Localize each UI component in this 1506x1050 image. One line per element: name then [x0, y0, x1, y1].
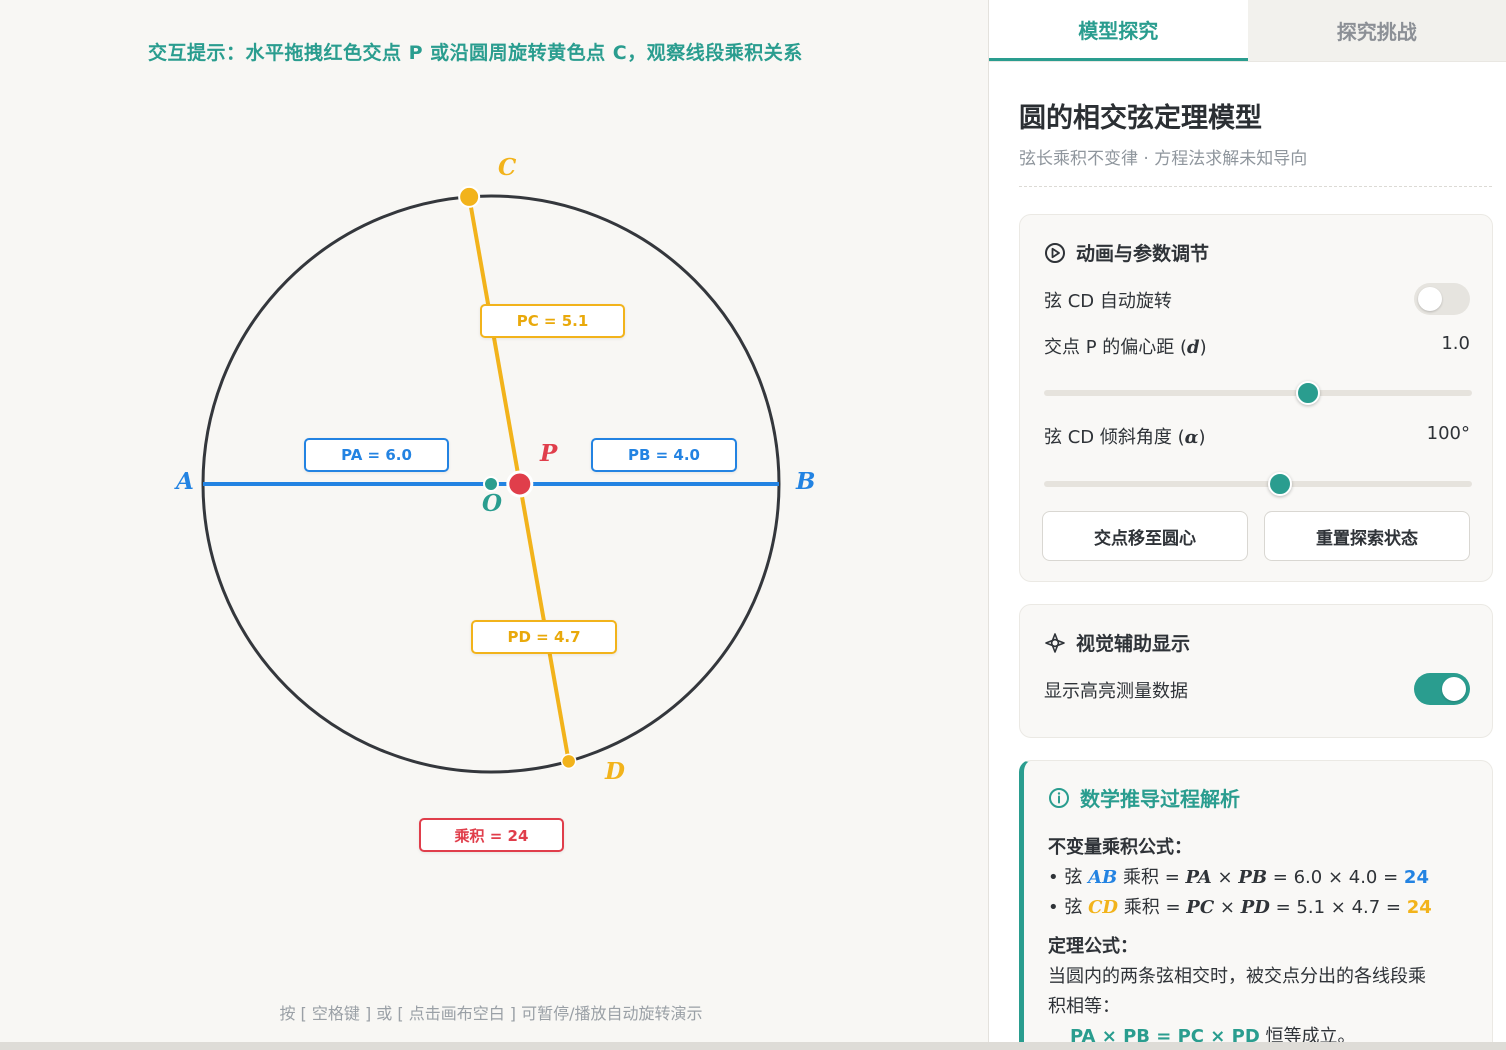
point-p-handle[interactable]: [506, 470, 534, 498]
angle-label-prefix: 弦 CD 倾斜角度 (: [1044, 427, 1185, 448]
title-divider: [1019, 186, 1492, 187]
panel-subtitle: 弦长乘积不变律 · 方程法求解未知导向: [1019, 149, 1308, 169]
bottom-scroll-edge: [0, 1042, 1506, 1050]
angle-label: 弦 CD 倾斜角度 (α): [1044, 423, 1206, 449]
animation-params-title: 动画与参数调节: [1076, 243, 1210, 265]
ab-product-line: • 弦 AB 乘积 = PA × PB = 6.0 × 4.0 = 24: [1048, 867, 1429, 888]
animation-params-heading: 动画与参数调节: [1044, 239, 1209, 266]
toggle-knob: [1418, 287, 1442, 311]
point-c-handle[interactable]: [458, 185, 481, 208]
highlight-label: 显示高亮测量数据: [1044, 681, 1188, 702]
keyboard-hint: 按 [ 空格键 ] 或 [ 点击画布空白 ] 可暂停/播放自动旋转演示: [279, 1004, 703, 1023]
angle-value: 100°: [1426, 423, 1470, 444]
geometry-canvas[interactable]: 交互提示：水平拖拽红色交点 P 或沿圆周旋转黄色点 C，观察线段乘积关系 A B…: [0, 0, 988, 1042]
invariant-title: 不变量乘积公式：: [1048, 837, 1192, 858]
measure-product: 乘积 = 24: [419, 818, 564, 852]
visual-aids-title: 视觉辅助显示: [1076, 633, 1191, 655]
derivation-title: 数学推导过程解析: [1080, 787, 1240, 811]
theorem-title: 定理公式：: [1048, 936, 1138, 957]
offset-label-prefix: 交点 P 的偏心距 (: [1044, 337, 1188, 358]
offset-label-suffix: ): [1199, 337, 1207, 358]
visual-aids-card: 视觉辅助显示 显示高亮测量数据: [1019, 604, 1493, 738]
toggle-knob: [1442, 677, 1466, 701]
visual-aids-heading: 视觉辅助显示: [1044, 629, 1190, 656]
cd-product-line: • 弦 CD 乘积 = PC × PD = 5.1 × 4.7 = 24: [1048, 897, 1432, 918]
move-to-center-button[interactable]: 交点移至圆心: [1042, 511, 1248, 561]
offset-slider-thumb[interactable]: [1296, 381, 1321, 405]
theorem-formula: PA × PB = PC × PD: [1070, 1026, 1260, 1042]
tab-explore-challenge[interactable]: 探究挑战: [1247, 0, 1506, 61]
auto-rotate-toggle[interactable]: [1414, 283, 1470, 315]
offset-value: 1.0: [1441, 333, 1470, 354]
label-point-a: A: [176, 468, 194, 495]
panel-title: 圆的相交弦定理模型: [1019, 103, 1262, 134]
measure-pb: PB = 4.0: [591, 438, 737, 472]
side-panel: 模型探究 探究挑战 圆的相交弦定理模型 弦长乘积不变律 · 方程法求解未知导向 …: [988, 0, 1506, 1042]
theorem-formula-line: PA × PB = PC × PD 恒等成立。: [1070, 1022, 1356, 1042]
label-point-d: D: [605, 758, 625, 785]
move-cross-icon: [1045, 632, 1065, 653]
offset-var: d: [1187, 337, 1200, 358]
angle-slider-thumb[interactable]: [1268, 472, 1293, 496]
theorem-line-1: 当圆内的两条弦相交时，被交点分出的各线段乘: [1048, 966, 1426, 987]
center-point-o: [483, 476, 499, 492]
measure-pd: PD = 4.7: [471, 620, 617, 654]
angle-var: α: [1184, 427, 1199, 448]
label-point-p: P: [540, 440, 558, 467]
animation-params-card: 动画与参数调节 弦 CD 自动旋转 交点 P 的偏心距 (d) 1.0 弦 CD…: [1019, 214, 1493, 582]
label-point-b: B: [796, 468, 816, 495]
derivation-card: 数学推导过程解析 不变量乘积公式： • 弦 AB 乘积 = PA × PB = …: [1019, 760, 1493, 1042]
play-circle-icon: [1045, 242, 1065, 263]
info-circle-icon: [1049, 787, 1069, 808]
measure-pa: PA = 6.0: [304, 438, 449, 472]
tab-model-explore[interactable]: 模型探究: [989, 0, 1248, 61]
geometry-figure[interactable]: [0, 0, 988, 1042]
offset-label: 交点 P 的偏心距 (d): [1044, 333, 1207, 359]
theorem-line-2: 积相等：: [1048, 996, 1120, 1017]
point-d: [560, 753, 577, 770]
theorem-formula-suffix: 恒等成立。: [1265, 1026, 1356, 1042]
angle-slider[interactable]: [1044, 472, 1472, 496]
reset-state-button[interactable]: 重置探索状态: [1264, 511, 1470, 561]
tab-bar: 模型探究 探究挑战: [989, 0, 1506, 62]
derivation-heading: 数学推导过程解析: [1048, 783, 1240, 812]
angle-label-suffix: ): [1198, 427, 1206, 448]
offset-slider[interactable]: [1044, 381, 1472, 405]
highlight-toggle[interactable]: [1414, 673, 1470, 705]
measure-pc: PC = 5.1: [480, 304, 625, 338]
auto-rotate-label: 弦 CD 自动旋转: [1044, 291, 1172, 312]
label-point-o: O: [482, 490, 503, 517]
label-point-c: C: [498, 154, 517, 181]
